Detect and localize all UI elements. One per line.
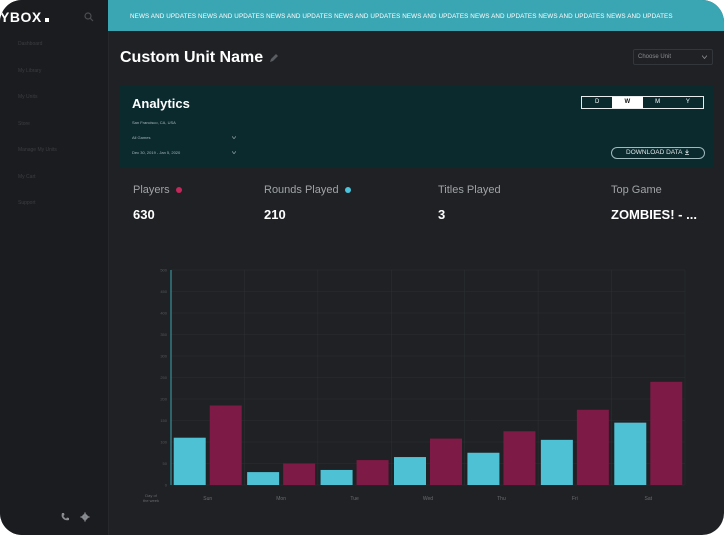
bar[interactable] [356, 460, 389, 485]
sidebar-item-cart[interactable]: My Cart [18, 173, 57, 200]
sidebar-item-dashboard[interactable]: Dashboard [18, 40, 57, 67]
phone-icon[interactable] [60, 512, 70, 522]
page-title: Custom Unit Name [120, 49, 279, 67]
y-tick-label: 50 [163, 461, 168, 466]
sidebar-nav: Dashboard My Library My Units Store Mana… [18, 40, 57, 226]
stat-rounds-value: 210 [264, 207, 286, 222]
date-range-filter[interactable]: Dec 30, 2019 - Jan 5, 2020 [132, 150, 180, 155]
bar[interactable] [503, 431, 536, 485]
bar[interactable] [247, 472, 280, 485]
y-tick-label: 500 [160, 268, 167, 273]
sidebar-footer [60, 512, 90, 522]
unit-select[interactable]: Choose Unit [633, 49, 713, 65]
y-tick-label: 100 [160, 440, 167, 445]
search-icon[interactable] [84, 12, 94, 22]
stat-top-game-label: Top Game [611, 184, 662, 196]
y-tick-label: 300 [160, 354, 167, 359]
x-tick-label: Thu [497, 496, 506, 502]
rounds-legend-dot [344, 187, 351, 193]
bar[interactable] [209, 405, 242, 485]
x-tick-label: Sat [645, 496, 653, 502]
players-legend-dot [175, 187, 182, 193]
stat-titles-value: 3 [438, 207, 446, 222]
sidebar-item-store[interactable]: Store [18, 120, 57, 147]
sidebar-item-manage-units[interactable]: Manage My Units [18, 146, 57, 173]
gear-icon[interactable] [80, 512, 90, 522]
y-tick-label: 0 [165, 483, 168, 488]
stat-titles-label: Titles Played [438, 184, 501, 196]
x-tick-label: Wed [423, 496, 433, 502]
bar[interactable] [540, 439, 573, 485]
x-tick-label: Sun [203, 496, 212, 502]
location-filter[interactable]: San Francisco, CA, USA [132, 120, 176, 125]
range-year-button[interactable]: Y [673, 97, 703, 108]
range-day-button[interactable]: D [582, 97, 612, 108]
bar[interactable] [467, 452, 500, 485]
unit-name: Custom Unit Name [120, 49, 264, 66]
weekly-bar-chart: 0 50 100 150 200 250 300 350 400 450 500 Sun Mon Tue W… [143, 268, 686, 503]
range-week-button[interactable]: W [612, 97, 643, 108]
x-tick-label: Fri [572, 496, 578, 502]
download-data-button[interactable]: DOWNLOAD DATA [611, 147, 705, 159]
logo[interactable]: YBOX [0, 9, 49, 25]
stat-label-text: Players [133, 184, 170, 196]
download-label: DOWNLOAD DATA [626, 149, 683, 156]
edit-pencil-icon[interactable] [269, 53, 279, 63]
range-toggle: D W M Y [581, 96, 704, 109]
range-month-button[interactable]: M [643, 97, 673, 108]
y-tick-label: 150 [160, 418, 167, 423]
bar[interactable] [650, 381, 683, 485]
y-tick-label: 200 [160, 397, 167, 402]
y-tick-label: 400 [160, 311, 167, 316]
bar[interactable] [430, 438, 462, 485]
y-tick-label: 350 [160, 332, 167, 337]
sidebar-item-units[interactable]: My Units [18, 93, 57, 120]
bar[interactable] [173, 437, 206, 485]
sidebar-item-library[interactable]: My Library [18, 67, 57, 94]
games-filter[interactable]: All Games [132, 135, 150, 140]
news-ticker[interactable]: NEWS AND UPDATES NEWS AND UPDATES NEWS A… [130, 13, 673, 20]
sidebar-item-support[interactable]: Support [18, 199, 57, 226]
chevron-down-icon [232, 151, 236, 154]
app-window: YBOX Dashboard My Library My Units Store… [0, 0, 724, 535]
chevron-down-icon [232, 136, 236, 139]
x-tick-label: Tue [350, 496, 359, 502]
unit-select-value: Choose Unit [638, 54, 672, 60]
stat-players-value: 630 [133, 207, 155, 222]
x-tick-label: Mon [276, 496, 286, 502]
x-axis-label: Day of the week [143, 493, 159, 503]
download-icon [684, 149, 689, 155]
stat-top-game-value: ZOMBIES! - ... [611, 207, 697, 222]
stat-players-label: Players [133, 184, 182, 196]
stat-label-text: Titles Played [438, 184, 501, 196]
chevron-down-icon [702, 55, 707, 59]
stat-label-text: Top Game [611, 184, 662, 196]
bar[interactable] [614, 422, 647, 485]
news-ticker-bar: NEWS AND UPDATES NEWS AND UPDATES NEWS A… [108, 0, 724, 31]
bar[interactable] [576, 409, 609, 485]
analytics-panel: Analytics San Francisco, CA, USA All Gam… [120, 85, 713, 167]
y-tick-label: 250 [160, 375, 167, 380]
y-tick-label: 450 [160, 289, 167, 294]
analytics-title: Analytics [132, 96, 190, 111]
bar[interactable] [283, 463, 316, 486]
sidebar: YBOX Dashboard My Library My Units Store… [0, 0, 109, 535]
stat-label-text: Rounds Played [264, 184, 339, 196]
stat-rounds-label: Rounds Played [264, 184, 351, 196]
bar[interactable] [394, 457, 426, 485]
bar[interactable] [320, 469, 353, 485]
logo-text: YBOX [0, 9, 42, 25]
